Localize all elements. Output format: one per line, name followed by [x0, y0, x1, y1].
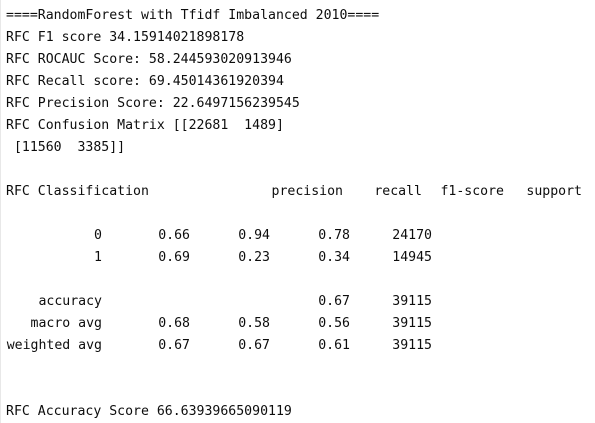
macro-avg-f1: 0.56	[318, 316, 350, 331]
class-0-f1: 0.78	[318, 228, 350, 243]
classification-report-title: RFC Classification	[6, 184, 149, 199]
weighted-avg-recall: 0.67	[238, 338, 270, 353]
class-0-recall: 0.94	[238, 228, 270, 243]
macro-avg-support: 39115	[392, 316, 432, 331]
column-header-f1-score: f1-score	[440, 184, 504, 199]
rocauc-line: RFC ROCAUC Score: 58.244593020913946	[6, 52, 292, 67]
f1-score-line: RFC F1 score 34.15914021898178	[6, 30, 245, 45]
confusion-matrix-line-2: [11560 3385]]	[6, 140, 126, 155]
confusion-matrix-line-1: RFC Confusion Matrix [[22681 1489]	[6, 118, 284, 133]
class-1-support: 14945	[392, 250, 432, 265]
weighted-avg-f1: 0.61	[318, 338, 350, 353]
console-output: ====RandomForest with Tfidf Imbalanced 2…	[0, 0, 595, 423]
class-0-support: 24170	[392, 228, 432, 243]
row-label-macro-avg: macro avg	[30, 316, 102, 331]
column-header-recall: recall	[374, 184, 422, 199]
weighted-avg-support: 39115	[392, 338, 432, 353]
accuracy-support: 39115	[392, 294, 432, 309]
column-header-support: support	[526, 184, 582, 199]
row-label-class-1: 1	[94, 250, 102, 265]
macro-avg-recall: 0.58	[238, 316, 270, 331]
precision-line: RFC Precision Score: 22.6497156239545	[6, 96, 300, 111]
row-label-weighted-avg: weighted avg	[6, 338, 102, 353]
class-0-precision: 0.66	[158, 228, 190, 243]
row-label-class-0: 0	[94, 228, 102, 243]
accuracy-f1: 0.67	[318, 294, 350, 309]
class-1-f1: 0.34	[318, 250, 350, 265]
weighted-avg-precision: 0.67	[158, 338, 190, 353]
report-header: ====RandomForest with Tfidf Imbalanced 2…	[6, 8, 380, 23]
macro-avg-precision: 0.68	[158, 316, 190, 331]
column-header-precision: precision	[271, 184, 343, 199]
class-1-precision: 0.69	[158, 250, 190, 265]
left-gutter-divider	[0, 0, 1, 423]
row-label-accuracy: accuracy	[38, 294, 102, 309]
accuracy-score-line: RFC Accuracy Score 66.63939665090119	[6, 404, 292, 419]
recall-line: RFC Recall score: 69.45014361920394	[6, 74, 284, 89]
class-1-recall: 0.23	[238, 250, 270, 265]
